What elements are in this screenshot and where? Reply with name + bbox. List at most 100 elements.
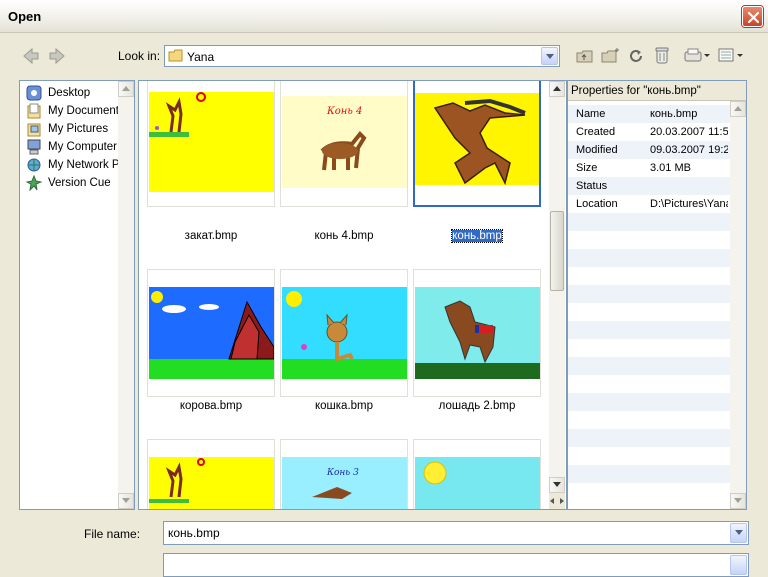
sun-image xyxy=(415,457,540,509)
horse-4-image: Конь 4 xyxy=(282,96,407,188)
property-key: Created xyxy=(576,126,616,138)
file-thumbnail[interactable] xyxy=(147,439,275,509)
file-name[interactable]: корова.bmp xyxy=(146,400,276,412)
scroll-down-button[interactable] xyxy=(118,493,134,509)
close-button[interactable] xyxy=(742,6,763,27)
property-row xyxy=(568,429,730,447)
network-icon xyxy=(27,158,41,172)
chevron-down-icon xyxy=(546,54,554,59)
my-documents-icon xyxy=(27,103,41,119)
properties-scrollbar[interactable] xyxy=(730,101,746,509)
property-key: Location xyxy=(576,198,618,210)
thumbnail-caption: Конь 4 xyxy=(326,106,362,117)
property-row xyxy=(568,465,730,483)
tools-menu-button[interactable] xyxy=(684,47,712,66)
version-cue-icon xyxy=(26,175,42,191)
scroll-up-button[interactable] xyxy=(549,81,565,97)
property-key: Status xyxy=(576,180,608,192)
forward-arrow-icon xyxy=(49,47,65,65)
lookin-label: Look in: xyxy=(118,49,161,63)
forward-button[interactable] xyxy=(48,47,66,68)
property-row: Size 3.01 MB xyxy=(568,159,730,177)
file-thumbnail[interactable] xyxy=(147,269,275,397)
chevron-down-icon xyxy=(735,530,743,535)
files-scrollbar[interactable] xyxy=(549,81,565,509)
file-thumbnail[interactable]: Конь 3 xyxy=(280,439,408,509)
cat-image xyxy=(282,287,407,379)
chevron-up-icon xyxy=(734,106,742,111)
file-thumbnail[interactable] xyxy=(147,81,275,207)
scroll-down-button[interactable] xyxy=(730,493,746,509)
folder-icon xyxy=(168,49,183,62)
refresh-button[interactable] xyxy=(628,48,644,67)
horse-image xyxy=(415,93,539,186)
places-panel: Desktop My Documents My Pictures My Comp… xyxy=(19,80,135,510)
horse-3-image: Конь 3 xyxy=(282,457,407,509)
file-thumbnail[interactable] xyxy=(280,269,408,397)
horse-sunset-image xyxy=(149,457,274,509)
views-icon xyxy=(718,48,743,62)
property-row xyxy=(568,447,730,465)
file-type-select[interactable] xyxy=(163,553,749,577)
new-folder-button[interactable] xyxy=(601,47,621,68)
place-label: Version Cue xyxy=(48,177,111,189)
place-label: Desktop xyxy=(48,87,91,99)
place-label: My Computer xyxy=(48,141,118,153)
property-value: D:\Pictures\Yana xyxy=(650,198,728,210)
filetype-dropdown-button[interactable] xyxy=(730,555,747,575)
scroll-thumb[interactable] xyxy=(550,211,564,291)
filename-dropdown-button[interactable] xyxy=(730,523,747,543)
file-thumbnails-panel: Конь 4 закат.bmp конь 4.bmp конь.bmp кор… xyxy=(138,80,567,510)
file-name[interactable]: конь 4.bmp xyxy=(279,230,409,242)
property-row xyxy=(568,285,730,303)
file-name-selected[interactable]: конь.bmp xyxy=(412,229,542,243)
thumbnail-caption: Конь 3 xyxy=(326,468,359,478)
chevron-down-icon xyxy=(553,482,561,487)
scroll-up-button[interactable] xyxy=(730,101,746,117)
filename-label: File name: xyxy=(84,527,141,541)
splitter-arrows-icon xyxy=(550,498,564,504)
places-scrollbar[interactable] xyxy=(118,81,134,509)
chevron-down-icon xyxy=(122,498,130,503)
properties-header: Properties for "конь.bmp" xyxy=(568,81,746,101)
property-value: 3.01 MB xyxy=(650,162,691,174)
property-row xyxy=(568,357,730,375)
file-name[interactable]: кошка.bmp xyxy=(279,400,409,412)
file-thumbnail[interactable] xyxy=(413,439,541,509)
property-value: 20.03.2007 11:5 xyxy=(650,126,728,138)
filename-input[interactable]: конь.bmp xyxy=(163,521,749,545)
refresh-icon xyxy=(630,50,642,62)
file-thumbnail-selected[interactable] xyxy=(413,81,541,207)
chevron-down-icon xyxy=(734,498,742,503)
title-bar: Open xyxy=(0,0,768,33)
lookin-select[interactable]: Yana xyxy=(164,45,560,67)
delete-button[interactable] xyxy=(654,46,670,67)
place-label: My Documents xyxy=(48,105,125,117)
property-value: 09.03.2007 19:2 xyxy=(650,144,728,156)
lookin-dropdown-button[interactable] xyxy=(541,47,558,65)
property-key: Size xyxy=(576,162,598,174)
scroll-up-button[interactable] xyxy=(118,81,134,97)
file-name[interactable]: закат.bmp xyxy=(146,230,276,242)
views-menu-button[interactable] xyxy=(718,47,746,66)
property-row: Modified 09.03.2007 19:2 xyxy=(568,141,730,159)
desktop-icon xyxy=(26,85,42,101)
back-arrow-icon xyxy=(23,47,39,65)
file-thumbnail[interactable]: Конь 4 xyxy=(280,81,408,207)
resize-grip[interactable] xyxy=(549,493,565,509)
scroll-down-button[interactable] xyxy=(549,477,565,493)
file-name[interactable]: лошадь 2.bmp xyxy=(412,400,542,412)
property-row xyxy=(568,249,730,267)
place-label: My Pictures xyxy=(48,123,109,135)
my-pictures-icon xyxy=(27,123,41,137)
file-thumbnail[interactable] xyxy=(413,269,541,397)
property-row xyxy=(568,375,730,393)
property-key: Modified xyxy=(576,144,618,156)
back-button[interactable] xyxy=(22,47,40,68)
property-row xyxy=(568,393,730,411)
delete-icon xyxy=(655,47,669,64)
my-computer-icon xyxy=(27,139,41,155)
lookin-value: Yana xyxy=(187,50,215,64)
up-folder-button[interactable] xyxy=(576,47,594,68)
properties-panel: Properties for "конь.bmp" Name конь.bmp C… xyxy=(567,80,747,510)
